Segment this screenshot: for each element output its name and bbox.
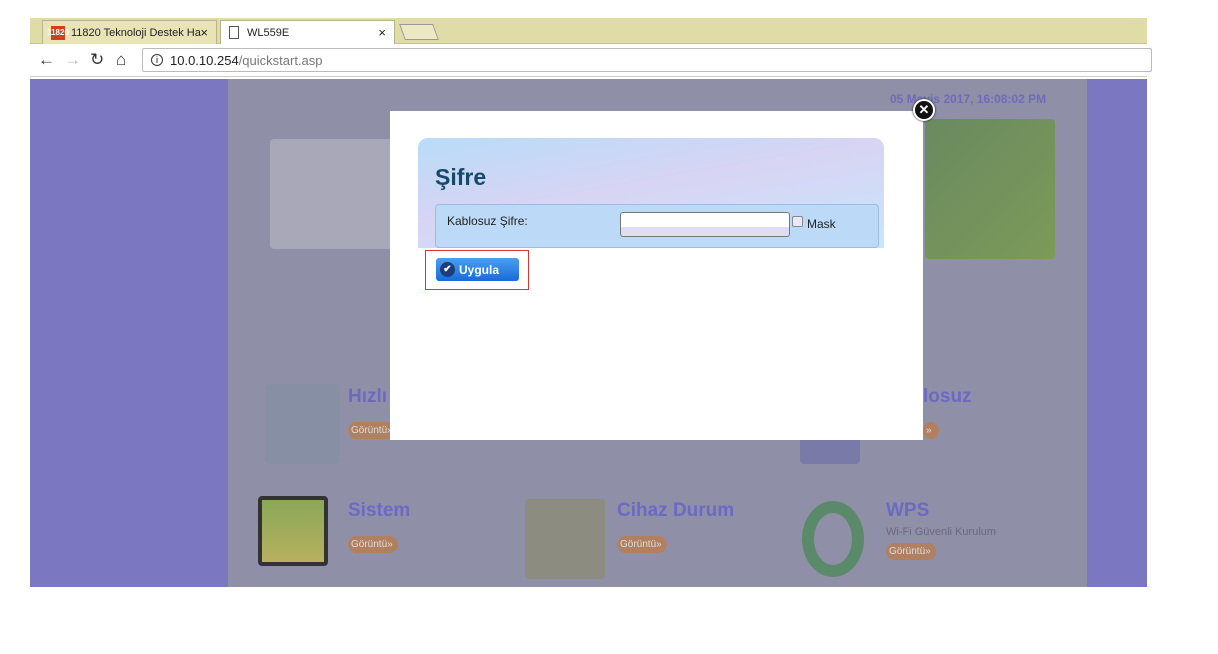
- tab-close-icon[interactable]: ×: [378, 25, 386, 40]
- wireless-password-input[interactable]: [620, 212, 790, 237]
- address-toolbar: ← → ↻ ⌂ i 10.0.10.254 /quickstart.asp: [30, 44, 1152, 77]
- home-icon[interactable]: ⌂: [116, 50, 126, 70]
- close-dialog-icon[interactable]: ✕: [913, 99, 935, 121]
- document-icon: [229, 26, 239, 39]
- tab-wl559e[interactable]: WL559E ×: [220, 20, 395, 44]
- tab-label: 11820 Teknoloji Destek Ha: [71, 26, 201, 39]
- dialog-title: Şifre: [435, 164, 487, 190]
- site-favicon-icon: 11820: [47, 25, 69, 40]
- tile-title-quick: Hızlı: [348, 386, 388, 407]
- tab-bar: 11820 11820 Teknoloji Destek Ha × WL559E…: [30, 18, 1147, 44]
- wps-subtitle: Wi-Fi Güvenli Kurulum: [886, 526, 997, 538]
- view-button-system[interactable]: Görüntü»: [348, 536, 398, 553]
- url-path: /quickstart.asp: [238, 52, 323, 68]
- system-monitor-icon: [258, 496, 328, 566]
- view-button-wireless[interactable]: »: [923, 422, 939, 439]
- password-form-row: Kablosuz Şifre: Mask: [435, 204, 879, 248]
- right-panel: [1087, 79, 1147, 587]
- forward-icon[interactable]: →: [64, 50, 81, 70]
- left-panel: [30, 79, 228, 587]
- tile-title-wps: WPS: [886, 500, 930, 521]
- quick-setup-icon: [265, 384, 340, 464]
- info-icon[interactable]: i: [151, 54, 163, 66]
- reload-icon[interactable]: ↻: [90, 50, 104, 70]
- wireless-password-label: Kablosuz Şifre:: [447, 214, 528, 228]
- apply-button[interactable]: ✔ Uygula: [436, 258, 519, 281]
- apply-label: Uygula: [459, 262, 500, 277]
- back-icon[interactable]: ←: [38, 50, 55, 70]
- tile-title-system: Sistem: [348, 500, 411, 521]
- password-dialog: Şifre Kablosuz Şifre: Mask ✔ Uygula: [390, 111, 923, 440]
- tile-title-wireless: losuz: [923, 386, 972, 407]
- router-image: [270, 139, 410, 249]
- view-button-device-status[interactable]: Görüntü»: [617, 536, 667, 553]
- mask-checkbox[interactable]: [792, 216, 803, 227]
- url-bar[interactable]: i 10.0.10.254 /quickstart.asp: [142, 48, 1152, 72]
- apply-highlight-box: ✔ Uygula: [425, 250, 529, 290]
- laptop-image: [925, 119, 1055, 259]
- checkmark-icon: ✔: [440, 262, 455, 277]
- dialog-header: Şifre Kablosuz Şifre: Mask: [418, 138, 884, 248]
- wps-icon: [802, 501, 864, 577]
- tab-close-icon[interactable]: ×: [200, 25, 208, 40]
- url-host: 10.0.10.254: [170, 52, 239, 68]
- device-status-icon: [525, 499, 605, 579]
- new-tab-button[interactable]: [399, 24, 439, 40]
- mask-label: Mask: [807, 217, 836, 231]
- tile-title-device-status: Cihaz Durum: [617, 500, 735, 521]
- tab-label: WL559E: [247, 26, 290, 39]
- view-button-wps[interactable]: Görüntü»: [886, 543, 936, 560]
- tab-11820[interactable]: 11820 11820 Teknoloji Destek Ha ×: [42, 20, 217, 44]
